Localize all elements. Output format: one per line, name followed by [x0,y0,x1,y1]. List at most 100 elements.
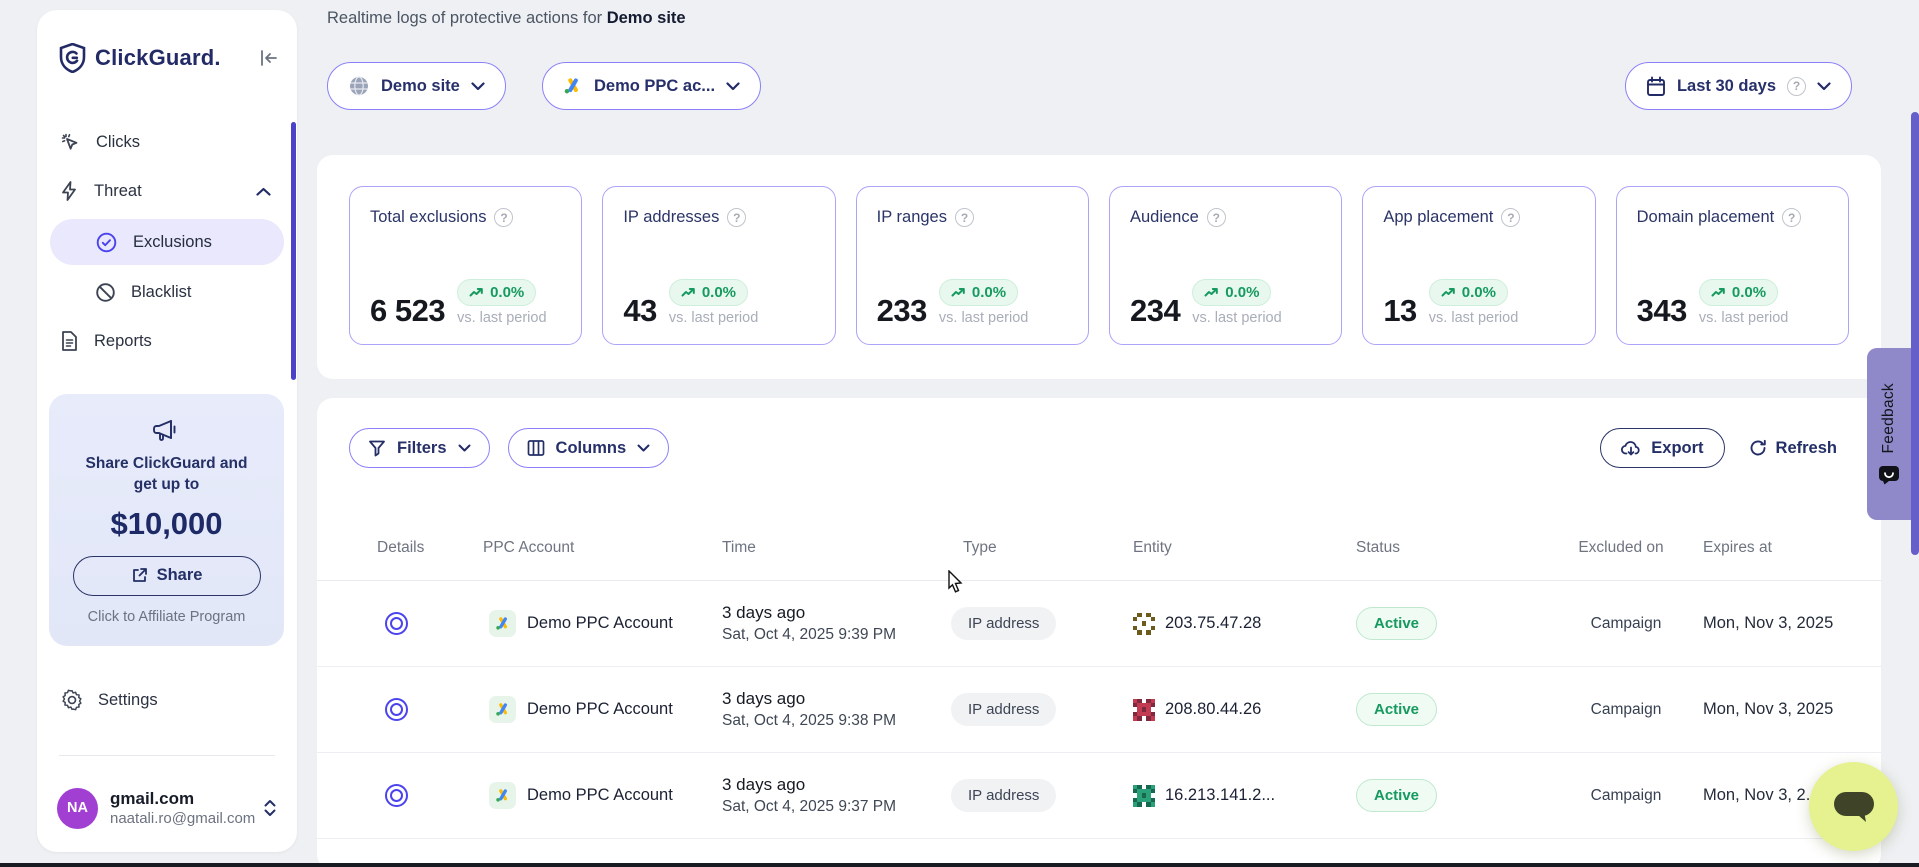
cursor-click-icon [59,131,81,153]
account-email: naatali.ro@gmail.com [110,810,255,827]
page-scrollbar-thumb[interactable] [1911,112,1919,555]
stat-card-title: IP ranges [877,208,947,227]
chevron-down-icon [458,444,471,452]
sidebar-item-reports[interactable]: Reports [37,319,297,363]
trend-badge: 0.0% [1429,279,1508,306]
feedback-tab[interactable]: Feedback [1867,348,1911,520]
column-header: Entity [1126,538,1349,558]
trend-up-icon [1441,287,1456,298]
trend-value: 0.0% [702,284,736,301]
excluded-on-value: Campaign [1566,701,1686,719]
cloud-download-icon [1621,439,1641,457]
view-details-icon[interactable] [385,784,408,807]
stats-panel: Total exclusions ? 6 523 0.0% vs. last p… [317,155,1881,379]
google-ads-icon [489,610,516,637]
column-header: Time [722,538,951,558]
account-name: gmail.com [110,789,255,809]
trend-up-icon [1204,287,1219,298]
table-row[interactable]: Demo PPC Account 3 days ago Sat, Oct 4, … [317,580,1881,666]
column-header: Details [347,538,483,558]
chevron-down-icon [1817,82,1831,91]
badge-check-icon [95,231,118,254]
calendar-icon [1646,76,1666,97]
stat-card: App placement ? 13 0.0% vs. last period [1362,186,1595,345]
sidebar-item-label: Reports [94,332,152,351]
status-badge: Active [1356,607,1437,640]
sidebar-item-settings[interactable]: Settings [37,678,297,722]
refresh-button[interactable]: Refresh [1749,439,1837,458]
time-relative: 3 days ago [722,603,951,623]
sidebar-item-label: Clicks [96,133,140,152]
promo-amount: $10,000 [49,506,284,542]
stat-card-title: Audience [1130,208,1199,227]
stat-card-title: App placement [1383,208,1493,227]
lightning-icon [59,180,79,202]
chevron-down-icon [471,82,485,91]
sidebar-item-exclusions[interactable]: Exclusions [50,219,284,265]
help-icon[interactable]: ? [1207,208,1226,227]
affiliate-promo-card[interactable]: Share ClickGuard and get up to $10,000 S… [49,394,284,646]
refresh-icon [1749,439,1767,457]
entity-identicon [1133,613,1155,635]
chevron-up-icon [256,187,271,196]
sidebar-divider [59,755,275,756]
view-details-icon[interactable] [385,698,408,721]
sidebar-item-threat[interactable]: Threat [37,169,297,213]
table-row[interactable]: Demo PPC Account 3 days ago Sat, Oct 4, … [317,752,1881,838]
status-badge: Active [1356,693,1437,726]
column-header: Status [1349,538,1566,558]
trend-up-icon [1711,287,1726,298]
sidebar-collapse-icon[interactable] [259,49,279,67]
google-ads-icon [489,696,516,723]
table-row[interactable]: Demo PPC Account 3 days ago Sat, Oct 4, … [317,666,1881,752]
google-ads-icon [489,782,516,809]
column-header: PPC Account [483,538,722,558]
sidebar-item-clicks[interactable]: Clicks [37,120,297,164]
exclusions-table-panel: Filters Columns Export Refresh Deta [317,398,1881,867]
help-icon[interactable]: ? [1787,77,1806,96]
expires-at-value: Mon, Nov 3, 2025 [1686,700,1867,719]
ppc-selector-value: Demo PPC ac... [594,77,715,96]
help-icon[interactable]: ? [494,208,513,227]
sidebar: ClickGuard. Clicks Threat Exclusions Bla… [37,10,297,852]
stat-card-value: 13 [1383,295,1416,326]
filters-button[interactable]: Filters [349,428,490,468]
entity-identicon [1133,699,1155,721]
trend-badge: 0.0% [669,279,748,306]
trend-value: 0.0% [1462,284,1496,301]
share-button[interactable]: Share [73,556,261,596]
export-button[interactable]: Export [1600,428,1724,468]
stat-card-value: 233 [877,295,927,326]
subtitle-site-name: Demo site [607,9,686,27]
columns-button[interactable]: Columns [508,428,670,468]
trend-up-icon [951,287,966,298]
help-icon[interactable]: ? [1501,208,1520,227]
type-badge: IP address [951,693,1056,726]
site-selector[interactable]: Demo site [327,62,506,110]
chat-bubble-icon [1832,789,1876,825]
sidebar-scrollbar-thumb[interactable] [291,122,296,380]
help-icon[interactable]: ? [727,208,746,227]
time-absolute: Sat, Oct 4, 2025 9:39 PM [722,626,951,644]
view-details-icon[interactable] [385,612,408,635]
date-range-selector[interactable]: Last 30 days ? [1625,62,1852,110]
stat-card: Audience ? 234 0.0% vs. last period [1109,186,1342,345]
sidebar-item-blacklist[interactable]: Blacklist [37,270,297,314]
trend-caption: vs. last period [1699,310,1788,326]
column-header: Type [951,538,1126,558]
chevron-down-icon [637,444,650,452]
account-menu[interactable]: NA gmail.com naatali.ro@gmail.com [49,782,285,834]
trend-badge: 0.0% [939,279,1018,306]
ppc-account-name: Demo PPC Account [527,700,673,719]
stat-card-title: IP addresses [623,208,719,227]
gear-icon [61,689,83,711]
chat-launcher-button[interactable] [1809,762,1898,851]
stat-card-value: 343 [1637,295,1687,326]
help-icon[interactable]: ? [1782,208,1801,227]
excluded-on-value: Campaign [1566,615,1686,633]
ppc-account-selector[interactable]: Demo PPC ac... [542,62,761,110]
column-header: Expires at [1686,538,1867,558]
date-range-value: Last 30 days [1677,77,1776,96]
help-icon[interactable]: ? [955,208,974,227]
external-link-icon [131,567,148,584]
